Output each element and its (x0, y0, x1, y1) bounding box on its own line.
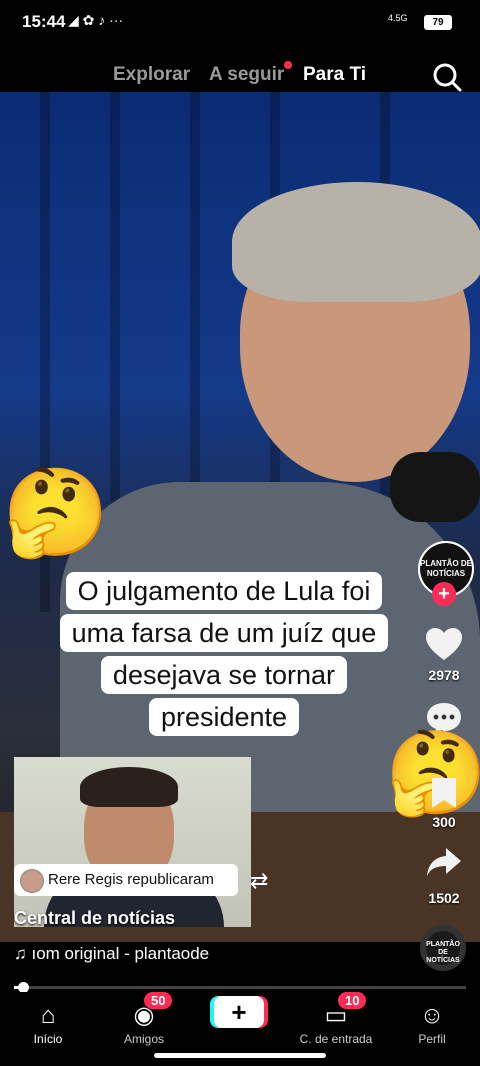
search-icon[interactable] (432, 62, 462, 92)
heart-icon[interactable] (426, 628, 462, 662)
follow-button[interactable]: + (432, 582, 456, 606)
status-time: 15:44 (22, 12, 66, 31)
nav-perfil[interactable]: ☺ Perfil (384, 1002, 480, 1046)
nav-label: C. de entrada (299, 1032, 373, 1046)
nav-caixa-de-entrada[interactable]: ▭ C. de entrada (288, 1002, 384, 1046)
nav-label: Amigos (123, 1032, 164, 1046)
reposter-avatar (20, 869, 44, 893)
video-caption: O julgamento de Lula foi uma farsa de um… (40, 572, 408, 740)
nav-amigos[interactable]: ◉ Amigos (96, 1002, 192, 1046)
tab-para-ti[interactable]: Para Ti (303, 64, 366, 86)
nav-label: Perfil (418, 1032, 446, 1046)
inbox-badge: 10 (338, 992, 367, 1009)
nav-inicio[interactable]: ⌂ Início (0, 1002, 96, 1046)
status-notification-icons: ◢ ✿ ♪ ··· (68, 12, 124, 28)
top-nav: Explorar A seguir Para Ti (0, 44, 480, 99)
caption-line: O julgamento de Lula foi (65, 572, 383, 610)
battery-icon: 79 (424, 15, 452, 30)
share-icon[interactable] (426, 846, 462, 878)
caption-line: uma farsa de um juíz que (59, 614, 389, 652)
network-indicator: 4.5G (388, 13, 408, 23)
friends-badge: 50 (144, 992, 173, 1009)
repost-pill[interactable]: Rere Regis republicaram (14, 864, 238, 896)
sound-name[interactable]: ♫ ıom original - plantaode (14, 944, 209, 964)
caption-line: desejava se tornar (100, 656, 348, 694)
nav-label: Início (33, 1032, 63, 1046)
tab-a-seguir[interactable]: A seguir (209, 64, 284, 86)
like-count: 2978 (428, 667, 460, 683)
status-bar: 15:44 ◢ ✿ ♪ ··· 4.5G 79 (0, 0, 480, 44)
bookmark-icon[interactable] (430, 776, 458, 810)
repost-icon[interactable]: ⇄ (250, 868, 268, 894)
save-count: 300 (432, 814, 456, 830)
thinking-emoji-icon: 🤔 (2, 465, 110, 561)
speaker-hair (232, 182, 480, 302)
home-icon: ⌂ (40, 1002, 56, 1029)
author-name[interactable]: Central de notícias (14, 908, 175, 929)
repost-label: Rere Regis republicaram (48, 871, 214, 888)
inset-hair (80, 767, 178, 807)
friends-icon: ◉ (133, 1002, 155, 1029)
inset-photo (14, 757, 251, 927)
create-button[interactable]: + (214, 996, 264, 1028)
share-count: 1502 (428, 890, 460, 906)
notification-dot (284, 61, 292, 69)
profile-icon: ☺ (419, 1002, 445, 1029)
home-indicator (154, 1053, 326, 1058)
sound-disc[interactable]: PLANTÃO DE NOTÍCIAS (420, 925, 466, 971)
progress-track[interactable] (14, 986, 466, 989)
tab-explorar[interactable]: Explorar (113, 64, 190, 86)
caption-line: presidente (148, 698, 300, 736)
inbox-icon: ▭ (324, 1002, 348, 1029)
microphone (390, 452, 480, 522)
